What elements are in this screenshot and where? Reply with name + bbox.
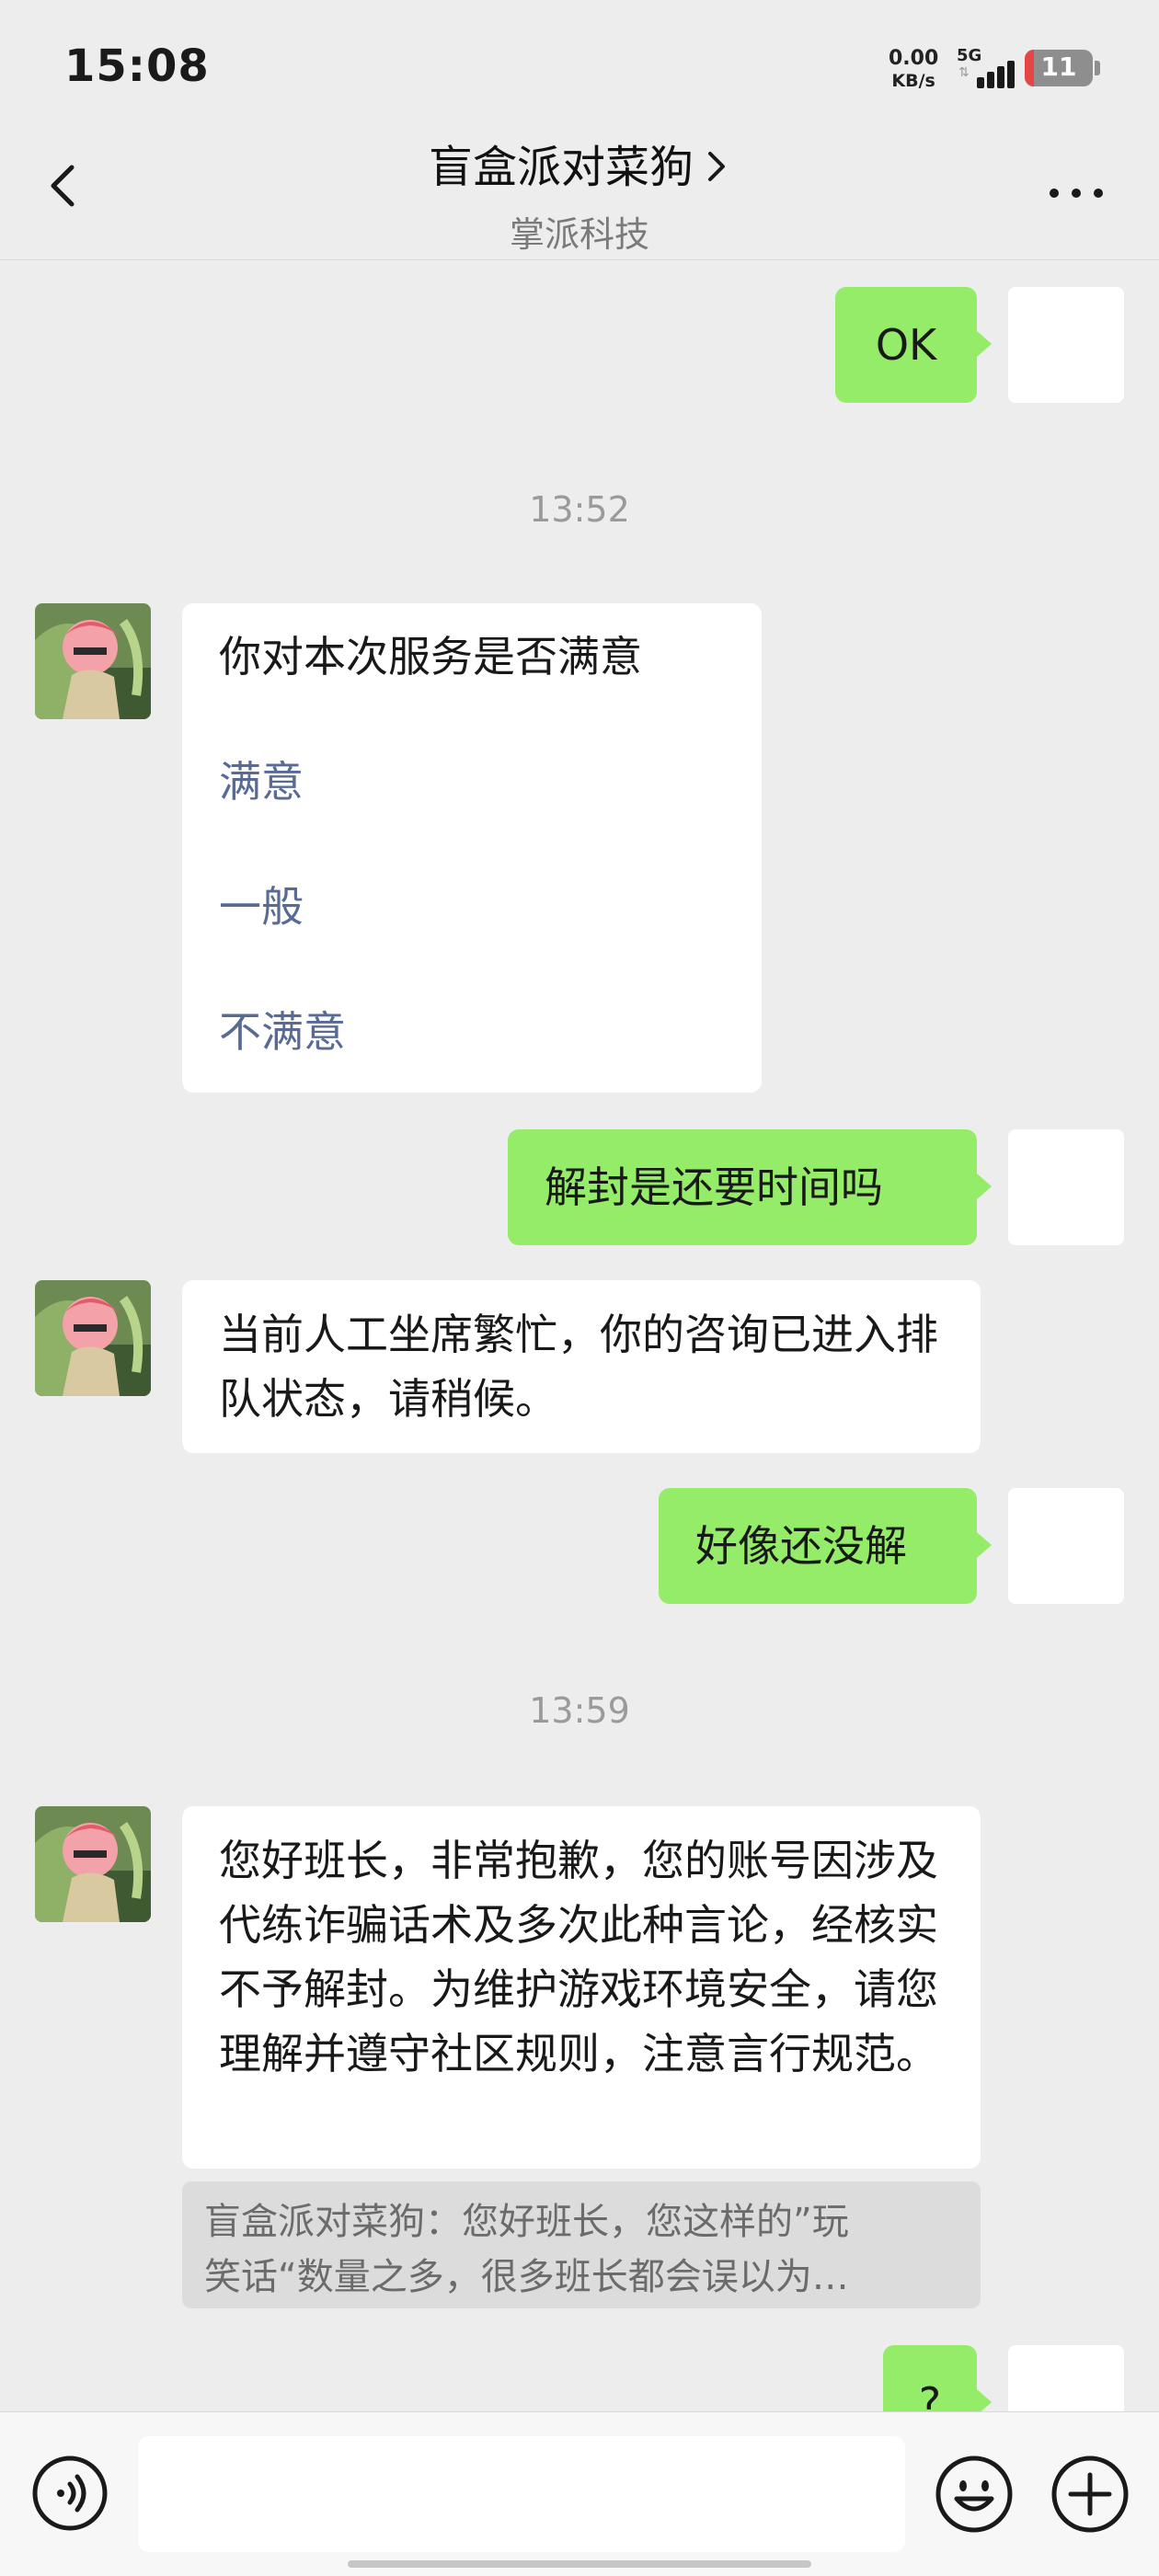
contact-avatar[interactable] — [35, 1806, 151, 1922]
anime-avatar-icon — [35, 1806, 151, 1922]
chat-title-link[interactable]: 盲盒派对菜狗 — [0, 145, 1159, 194]
my-avatar[interactable] — [1008, 1488, 1124, 1604]
more-dots-icon — [1050, 189, 1103, 198]
home-indicator[interactable] — [348, 2560, 811, 2568]
anime-avatar-icon — [35, 1280, 151, 1396]
message-timestamp: 13:59 — [529, 1690, 630, 1731]
battery-tip — [1095, 61, 1100, 75]
status-bar: 15:08 0.00 KB/s 5G ⇅ 11 — [0, 0, 1159, 138]
voice-button[interactable] — [31, 2455, 109, 2532]
signal-bar — [987, 72, 994, 88]
signal-bar — [997, 66, 1004, 88]
contact-avatar[interactable] — [35, 603, 151, 719]
survey-option-unsatisfied[interactable]: 不满意 — [219, 1001, 725, 1063]
signal-bar — [1007, 61, 1015, 88]
network-speed-value: 0.00 — [889, 47, 939, 70]
survey-bubble: 你对本次服务是否满意 满意 一般 不满意 — [182, 603, 762, 1093]
message-text: 您好班长，非常抱歉，您的账号因涉及代练诈骗话术及多次此种言论，经核实不予解封。为… — [219, 1836, 938, 2078]
contact-message-bubble[interactable]: 您好班长，非常抱歉，您的账号因涉及代练诈骗话术及多次此种言论，经核实不予解封。为… — [182, 1806, 981, 2169]
my-message-bubble[interactable]: 解封是还要时间吗 — [508, 1129, 992, 1245]
message-text: OK — [875, 320, 937, 370]
voice-icon — [32, 2456, 108, 2531]
my-message-bubble[interactable]: OK — [835, 287, 992, 403]
contact-message-bubble[interactable]: 当前人工坐席繁忙，你的咨询已进入排队状态，请稍候。 — [182, 1280, 981, 1453]
message-input[interactable] — [138, 2436, 905, 2552]
chevron-right-icon — [703, 146, 730, 194]
my-avatar[interactable] — [1008, 287, 1124, 403]
quote-line: 笑话“数量之多，很多班长都会误以为… — [204, 2256, 849, 2298]
clock: 15:08 — [64, 40, 210, 92]
chat-header: 盲盒派对菜狗 掌派科技 — [0, 138, 1159, 260]
contact-avatar[interactable] — [35, 1280, 151, 1396]
message-text: 好像还没解 — [695, 1521, 907, 1571]
message-text: 解封是还要时间吗 — [545, 1162, 883, 1212]
emoji-button[interactable] — [935, 2455, 1014, 2534]
my-message-bubble[interactable]: 好像还没解 — [659, 1488, 992, 1604]
more-actions-button[interactable] — [1050, 2455, 1130, 2534]
my-avatar[interactable] — [1008, 1129, 1124, 1245]
chat-title: 盲盒派对菜狗 — [428, 142, 694, 193]
chat-subtitle: 掌派科技 — [509, 214, 649, 255]
network-speed-unit: KB/s — [891, 71, 935, 91]
signal-icon: 5G ⇅ — [957, 46, 1015, 88]
quote-line: 盲盒派对菜狗：您好班长，您这样的”玩 — [204, 2201, 849, 2243]
network-type: 5G — [957, 46, 982, 65]
quoted-message[interactable]: 盲盒派对菜狗：您好班长，您这样的”玩 笑话“数量之多，很多班长都会误以为… — [182, 2181, 981, 2308]
emoji-icon — [935, 2456, 1013, 2533]
signal-bar — [977, 77, 984, 88]
anime-avatar-icon — [35, 603, 151, 719]
survey-option-neutral[interactable]: 一般 — [219, 876, 725, 938]
more-button[interactable] — [1039, 175, 1113, 212]
chat-input-bar — [0, 2411, 1159, 2576]
plus-icon — [1051, 2456, 1129, 2533]
survey-option-satisfied[interactable]: 满意 — [219, 750, 725, 813]
survey-question: 你对本次服务是否满意 — [219, 632, 642, 681]
message-text: 当前人工坐席繁忙，你的咨询已进入排队状态，请稍候。 — [219, 1310, 938, 1424]
data-arrows-icon: ⇅ — [958, 65, 970, 80]
network-speed: 0.00 KB/s — [889, 48, 938, 92]
message-timestamp: 13:52 — [529, 489, 630, 530]
battery-level: 11 — [1040, 52, 1077, 82]
battery-icon: 11 — [1025, 50, 1093, 86]
